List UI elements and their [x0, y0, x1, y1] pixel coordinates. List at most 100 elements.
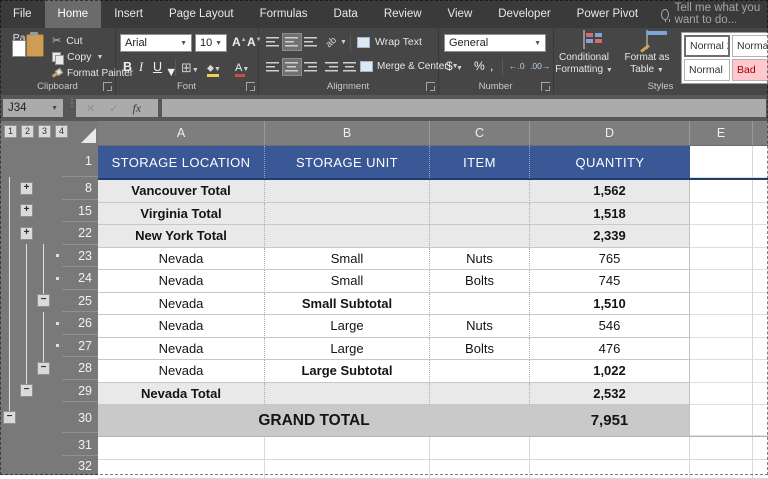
cell-e-22[interactable]: [690, 225, 753, 248]
accounting-format-button[interactable]: $ ▼: [446, 59, 463, 73]
cell-c-27[interactable]: Bolts: [430, 338, 530, 361]
cell-b-15[interactable]: [265, 203, 430, 226]
cell-a-24[interactable]: Nevada: [98, 270, 265, 293]
wrap-text-button[interactable]: Wrap Text: [357, 36, 422, 48]
cell-b-28[interactable]: Large Subtotal: [265, 360, 430, 383]
cell-e-30[interactable]: [690, 405, 753, 436]
cell-b-26[interactable]: Large: [265, 315, 430, 338]
cell-e-26[interactable]: [690, 315, 753, 338]
cell-c-25[interactable]: [430, 293, 530, 316]
tab-developer[interactable]: Developer: [485, 0, 563, 28]
row-header-15[interactable]: 15: [0, 200, 98, 223]
cell-a-25[interactable]: Nevada: [98, 293, 265, 316]
column-header-a[interactable]: A: [98, 121, 265, 145]
outline-collapse-button-row28[interactable]: −: [37, 362, 50, 375]
cell-d-27[interactable]: 476: [530, 338, 690, 361]
row-header-22[interactable]: 22: [0, 222, 98, 245]
cell-c-26[interactable]: Nuts: [430, 315, 530, 338]
style-normal[interactable]: Normal: [684, 59, 730, 81]
row-header-26[interactable]: 26: [0, 312, 98, 335]
cell-e-23[interactable]: [690, 248, 753, 271]
copy-button[interactable]: Copy ▼: [52, 50, 103, 64]
number-dialog-launcher-icon[interactable]: [541, 82, 550, 91]
increase-font-size-button[interactable]: A▲: [232, 35, 247, 49]
cell-a-28[interactable]: Nevada: [98, 360, 265, 383]
select-all-icon[interactable]: [81, 128, 96, 143]
cut-button[interactable]: ✂ Cut: [52, 34, 83, 48]
column-header-b[interactable]: B: [265, 121, 430, 145]
outline-collapse-button-row29[interactable]: −: [20, 384, 33, 397]
format-as-table-button[interactable]: Format as Table ▼: [616, 31, 678, 77]
outline-expand-button-row8[interactable]: +: [20, 182, 33, 195]
cell-e-25[interactable]: [690, 293, 753, 316]
cell-e-27[interactable]: [690, 338, 753, 361]
cell-a-23[interactable]: Nevada: [98, 248, 265, 271]
cell-a-29[interactable]: Nevada Total: [98, 383, 265, 406]
cell-d-28[interactable]: 1,022: [530, 360, 690, 383]
increase-decimal-button[interactable]: ←.0: [509, 61, 525, 71]
cell-b-29[interactable]: [265, 383, 430, 406]
outline-level-2-button[interactable]: 2: [21, 125, 34, 138]
tell-me-box[interactable]: Tell me what you want to do...: [661, 0, 768, 28]
cell-d-23[interactable]: 765: [530, 248, 690, 271]
underline-button[interactable]: U: [153, 60, 162, 74]
insert-function-icon[interactable]: fx: [132, 101, 141, 116]
font-color-button[interactable]: A▼: [235, 60, 249, 77]
outline-collapse-button-row30[interactable]: −: [3, 411, 16, 424]
cancel-icon[interactable]: ✕: [86, 102, 95, 115]
cell-c-31[interactable]: [430, 437, 530, 460]
orientation-button[interactable]: ab: [324, 35, 339, 50]
cell-c-32[interactable]: [430, 460, 530, 479]
column-header-c[interactable]: C: [430, 121, 530, 145]
style-normal-2[interactable]: Normal 2: [684, 35, 730, 57]
cell-a-27[interactable]: Nevada: [98, 338, 265, 361]
outline-collapse-button-row25[interactable]: −: [37, 294, 50, 307]
style-normal[interactable]: Normal: [732, 35, 768, 57]
tab-view[interactable]: View: [435, 0, 486, 28]
outline-level-1-button[interactable]: 1: [4, 125, 17, 138]
style-bad[interactable]: Bad: [732, 59, 768, 81]
outline-level-3-button[interactable]: 3: [38, 125, 51, 138]
cell-a-31[interactable]: [98, 437, 265, 460]
cell-d-24[interactable]: 745: [530, 270, 690, 293]
cell-b-22[interactable]: [265, 225, 430, 248]
cell-d-30[interactable]: 7,951: [530, 405, 690, 436]
conditional-formatting-button[interactable]: Conditional Formatting ▼: [553, 31, 615, 77]
cell-c-28[interactable]: [430, 360, 530, 383]
column-header-e[interactable]: E: [690, 121, 753, 145]
center-button[interactable]: [282, 58, 302, 76]
cell-e-28[interactable]: [690, 360, 753, 383]
outline-level-4-button[interactable]: 4: [55, 125, 68, 138]
cell-c-1[interactable]: ITEM: [430, 146, 530, 178]
decrease-indent-button[interactable]: [322, 58, 342, 76]
row-header-23[interactable]: 23: [0, 245, 98, 268]
row-header-27[interactable]: 27: [0, 335, 98, 358]
comma-style-button[interactable]: ,: [490, 59, 493, 73]
cell-b-25[interactable]: Small Subtotal: [265, 293, 430, 316]
cell-a-15[interactable]: Virginia Total: [98, 203, 265, 226]
row-header-31[interactable]: 31: [0, 433, 98, 456]
middle-align-button[interactable]: [282, 33, 302, 51]
row-header-24[interactable]: 24: [0, 267, 98, 290]
cell-d-8[interactable]: 1,562: [530, 180, 690, 203]
tab-home[interactable]: Home: [45, 0, 102, 28]
tab-insert[interactable]: Insert: [101, 0, 156, 28]
cell-a-8[interactable]: Vancouver Total: [98, 180, 265, 203]
cell-c-23[interactable]: Nuts: [430, 248, 530, 271]
align-right-button[interactable]: [301, 58, 321, 76]
enter-icon[interactable]: ✓: [109, 102, 118, 115]
cell-c-15[interactable]: [430, 203, 530, 226]
cell-b-8[interactable]: [265, 180, 430, 203]
cell-b-23[interactable]: Small: [265, 248, 430, 271]
decrease-decimal-button[interactable]: .00→: [530, 61, 550, 71]
cell-d-32[interactable]: [530, 460, 690, 479]
cell-e-29[interactable]: [690, 383, 753, 406]
cell-c-8[interactable]: [430, 180, 530, 203]
cell-e-24[interactable]: [690, 270, 753, 293]
row-header-29[interactable]: 29: [0, 380, 98, 403]
row-header-1[interactable]: 1: [0, 145, 98, 177]
tab-data[interactable]: Data: [321, 0, 371, 28]
row-header-8[interactable]: 8: [0, 177, 98, 200]
cell-d-22[interactable]: 2,339: [530, 225, 690, 248]
cell-e-32[interactable]: [690, 460, 753, 479]
